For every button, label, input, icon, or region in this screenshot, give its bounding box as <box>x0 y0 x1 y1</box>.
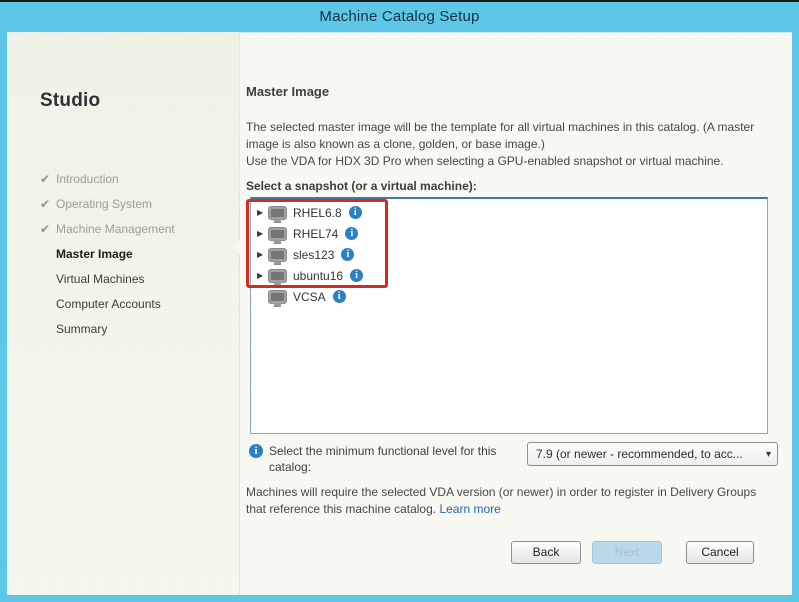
sidebar-item-operating-system: ✔ Operating System <box>40 191 235 216</box>
page-title: Master Image <box>246 84 330 99</box>
tree-row-sles123[interactable]: ▶ sles123 i <box>251 244 767 265</box>
expand-arrow-icon[interactable]: ▶ <box>257 208 269 217</box>
expand-arrow-icon[interactable]: ▶ <box>257 271 269 280</box>
tree-row-ubuntu16[interactable]: ▶ ubuntu16 i <box>251 265 767 286</box>
sidebar-item-introduction: ✔ Introduction <box>40 166 235 191</box>
snapshot-name[interactable]: RHEL6.8 <box>293 206 342 220</box>
tree-row-rhel74[interactable]: ▶ RHEL74 i <box>251 223 767 244</box>
step-label: Summary <box>56 321 108 336</box>
check-icon: ✔ <box>40 171 51 186</box>
step-label: Master Image <box>56 246 133 261</box>
snapshot-name[interactable]: ubuntu16 <box>293 269 343 283</box>
sidebar-item-computer-accounts: Computer Accounts <box>40 291 235 316</box>
check-icon: ✔ <box>40 196 51 211</box>
virtual-machine-icon <box>269 206 286 223</box>
wizard-sidebar: Studio ✔ Introduction ✔ Operating System… <box>7 32 240 595</box>
snapshot-tree: ▶ RHEL6.8 i ▶ RHEL74 i ▶ sles123 i ▶ ubu… <box>251 202 767 307</box>
sidebar-item-summary: Summary <box>40 316 235 341</box>
info-icon: i <box>249 444 263 458</box>
vda-note: Machines will require the selected VDA v… <box>246 484 778 518</box>
functional-level-label: Select the minimum functional level for … <box>269 444 497 474</box>
wizard-steps-list: ✔ Introduction ✔ Operating System ✔ Mach… <box>40 166 235 341</box>
intro-line-2: Use the VDA for HDX 3D Pro when selectin… <box>246 154 724 168</box>
next-button[interactable]: Next <box>592 541 662 564</box>
functional-level-dropdown[interactable]: 7.9 (or newer - recommended, to acc... ▾ <box>527 442 778 466</box>
dropdown-selected-value: 7.9 (or newer - recommended, to acc... <box>536 447 743 461</box>
expand-arrow-icon[interactable]: ▶ <box>257 250 269 259</box>
virtual-machine-icon <box>269 248 286 265</box>
info-icon[interactable]: i <box>332 290 346 303</box>
sidebar-item-machine-management: ✔ Machine Management <box>40 216 235 241</box>
info-icon[interactable]: i <box>341 248 355 261</box>
info-icon[interactable]: i <box>345 227 359 240</box>
info-icon[interactable]: i <box>348 206 362 219</box>
learn-more-link[interactable]: Learn more <box>439 502 500 516</box>
snapshot-name[interactable]: VCSA <box>293 290 326 304</box>
snapshot-name[interactable]: RHEL74 <box>293 227 338 241</box>
intro-line-1: The selected master image will be the te… <box>246 120 755 151</box>
sidebar-item-master-image: Master Image <box>40 241 235 266</box>
window-title: Machine Catalog Setup <box>319 8 480 25</box>
cancel-button[interactable]: Cancel <box>686 541 754 564</box>
info-icon[interactable]: i <box>350 269 364 282</box>
back-button[interactable]: Back <box>511 541 581 564</box>
check-icon: ✔ <box>40 221 51 236</box>
snapshot-tree-listbox[interactable]: ▶ RHEL6.8 i ▶ RHEL74 i ▶ sles123 i ▶ ubu… <box>250 197 768 434</box>
tree-row-rhel68[interactable]: ▶ RHEL6.8 i <box>251 202 767 223</box>
expand-arrow-icon[interactable]: ▶ <box>257 229 269 238</box>
step-label: Virtual Machines <box>56 271 145 286</box>
tree-row-vcsa[interactable]: VCSA i <box>251 286 767 307</box>
chevron-down-icon: ▾ <box>765 448 771 460</box>
step-label: Operating System <box>56 196 153 211</box>
intro-text: The selected master image will be the te… <box>246 119 778 170</box>
virtual-machine-icon <box>269 227 286 244</box>
machine-catalog-setup-window: Machine Catalog Setup Studio ✔ Introduct… <box>0 0 799 602</box>
snapshot-select-label: Select a snapshot (or a virtual machine)… <box>246 179 477 193</box>
vda-note-text: Machines will require the selected VDA v… <box>246 485 757 516</box>
step-label: Introduction <box>56 171 119 186</box>
step-label: Machine Management <box>56 221 175 236</box>
sidebar-item-virtual-machines: Virtual Machines <box>40 266 235 291</box>
studio-logo: Studio <box>40 90 101 111</box>
virtual-machine-icon <box>269 290 286 307</box>
snapshot-name[interactable]: sles123 <box>293 248 334 262</box>
step-label: Computer Accounts <box>56 296 161 311</box>
virtual-machine-icon <box>269 269 286 286</box>
